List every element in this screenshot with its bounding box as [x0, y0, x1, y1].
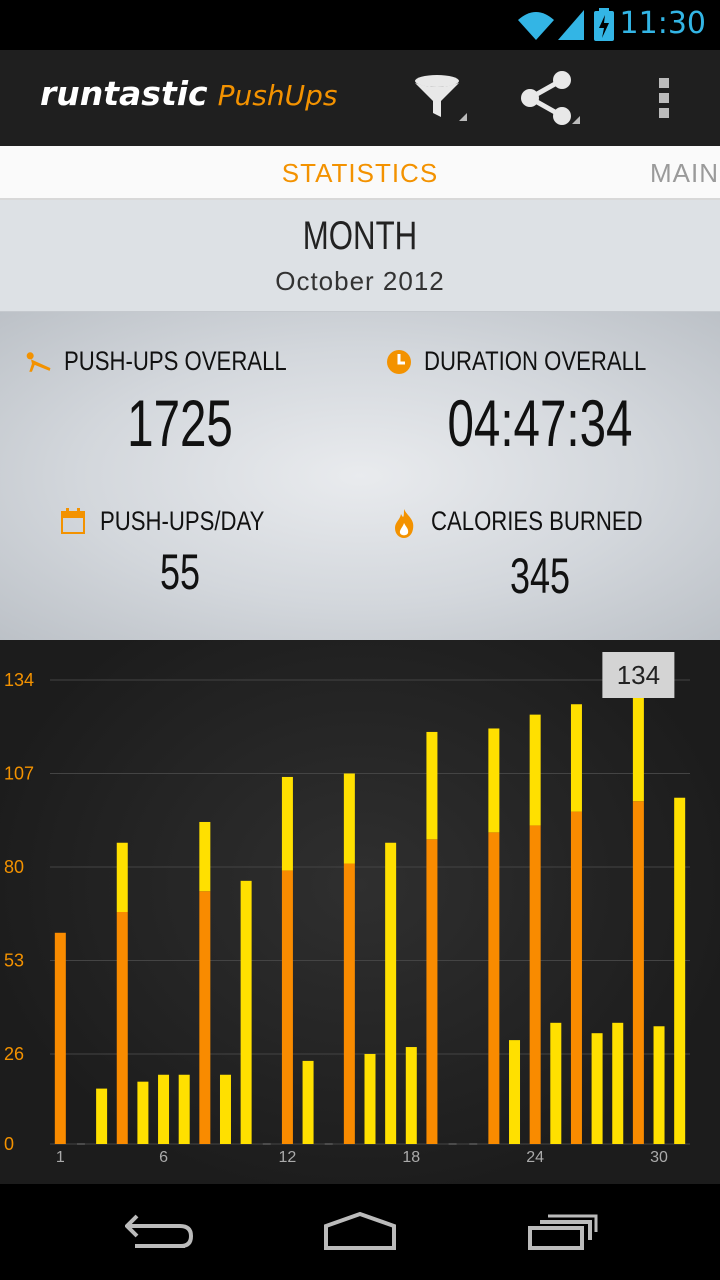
bar-base — [54, 932, 66, 1144]
bar-top — [509, 1040, 521, 1144]
stat-label: CALORIES BURNED — [430, 506, 643, 536]
bar-top — [96, 1088, 108, 1144]
overflow-menu-button[interactable] — [632, 68, 696, 128]
bar-top — [385, 842, 397, 1144]
calendar-icon — [60, 507, 90, 537]
x-tick-label: 18 — [402, 1149, 420, 1166]
recent-apps-icon — [528, 1214, 598, 1250]
recent-apps-button[interactable] — [512, 1206, 612, 1258]
x-tick-label: 1 — [56, 1149, 65, 1166]
value-tooltip-label: 134 — [617, 660, 660, 690]
bar-top — [529, 714, 541, 826]
stat-pushups-overall: PUSH-UPS OVERALL 1725 — [0, 346, 360, 461]
tab-main[interactable]: MAIN — [650, 158, 719, 189]
stats-panel: PUSH-UPS OVERALL 1725 DURATION OVERALL 0… — [0, 312, 720, 640]
bar-top — [178, 1074, 190, 1144]
tab-strip: STATISTICS MAIN — [0, 146, 720, 200]
battery-charging-icon — [594, 8, 614, 41]
brand-sub: PushUps — [217, 79, 338, 112]
stat-duration-overall: DURATION OVERALL 04:47:34 — [360, 346, 720, 461]
bar-top — [137, 1081, 149, 1144]
status-bar: 11:30 — [0, 0, 720, 50]
app-logo: runtastic PushUps — [40, 74, 337, 113]
bar-base — [281, 870, 293, 1144]
stat-value: 1725 — [127, 385, 233, 460]
bar-top — [281, 776, 293, 871]
bar-top — [653, 1026, 665, 1144]
bar-top — [240, 880, 252, 1144]
bar-top — [591, 1033, 603, 1144]
bar-top — [302, 1060, 314, 1144]
chart-canvas: 0 26 53 80 107 134 1 6 12 18 24 30 134 — [4, 652, 690, 1166]
y-tick-label: 107 — [4, 763, 34, 783]
x-tick-label: 6 — [159, 1149, 168, 1166]
bar-top — [364, 1053, 376, 1144]
filter-icon — [415, 75, 467, 121]
flame-icon — [391, 507, 421, 538]
bar-base — [199, 891, 211, 1144]
bar-base — [343, 863, 355, 1144]
clock-icon — [384, 347, 414, 377]
stat-value: 345 — [509, 547, 571, 604]
bar-base — [632, 801, 644, 1144]
bar-top — [570, 704, 582, 812]
bar-top — [550, 1022, 562, 1144]
bar-base — [116, 912, 128, 1144]
back-button[interactable] — [110, 1206, 210, 1258]
period-range: October 2012 — [275, 266, 445, 296]
bar-top — [343, 773, 355, 864]
overflow-menu-icon — [659, 78, 669, 118]
y-tick-label: 80 — [4, 857, 24, 877]
stat-label: DURATION OVERALL — [424, 346, 647, 376]
bar-top — [199, 821, 211, 892]
bar-top — [405, 1047, 417, 1144]
period-name: MONTH — [302, 214, 418, 258]
pushup-icon — [24, 347, 54, 377]
stat-calories-burned: CALORIES BURNED 345 — [360, 506, 720, 605]
bar-top — [612, 1022, 624, 1144]
bar-base — [570, 811, 582, 1144]
pushups-chart[interactable]: 0 26 53 80 107 134 1 6 12 18 24 30 134 — [0, 640, 720, 1184]
x-tick-label: 24 — [526, 1149, 544, 1166]
period-header: MONTH October 2012 — [0, 200, 720, 312]
bar-top — [219, 1074, 231, 1144]
bar-top — [426, 731, 438, 840]
home-button[interactable] — [310, 1206, 410, 1258]
bar-top — [632, 680, 644, 802]
home-icon — [324, 1212, 396, 1250]
filter-button[interactable] — [408, 68, 472, 128]
y-tick-label: 26 — [4, 1044, 24, 1064]
share-icon — [521, 71, 580, 125]
signal-icon — [558, 10, 584, 40]
status-time: 11:30 — [619, 6, 706, 41]
y-tick-label: 0 — [4, 1134, 14, 1154]
action-bar: runtastic PushUps — [0, 50, 720, 146]
stat-label: PUSH-UPS/DAY — [99, 506, 265, 536]
y-tick-label: 134 — [4, 670, 34, 690]
stat-pushups-per-day: PUSH-UPS/DAY 55 — [0, 506, 360, 601]
wifi-icon — [518, 12, 554, 40]
navigation-bar — [0, 1184, 720, 1280]
back-icon — [125, 1214, 194, 1248]
y-tick-label: 53 — [4, 950, 24, 970]
bar-base — [488, 832, 500, 1144]
stat-label: PUSH-UPS OVERALL — [64, 346, 287, 376]
bar-top — [158, 1074, 170, 1144]
x-tick-label: 30 — [650, 1149, 668, 1166]
bar-top — [488, 728, 500, 833]
stat-value: 04:47:34 — [447, 385, 633, 460]
bar-top — [116, 842, 128, 912]
bar-top — [674, 797, 686, 1144]
bar-base — [529, 825, 541, 1144]
brand-main: runtastic — [40, 74, 208, 113]
tab-statistics[interactable]: STATISTICS — [0, 158, 720, 189]
x-tick-label: 12 — [279, 1149, 297, 1166]
stat-value: 55 — [159, 543, 201, 600]
share-button[interactable] — [518, 68, 582, 128]
bar-base — [426, 839, 438, 1144]
